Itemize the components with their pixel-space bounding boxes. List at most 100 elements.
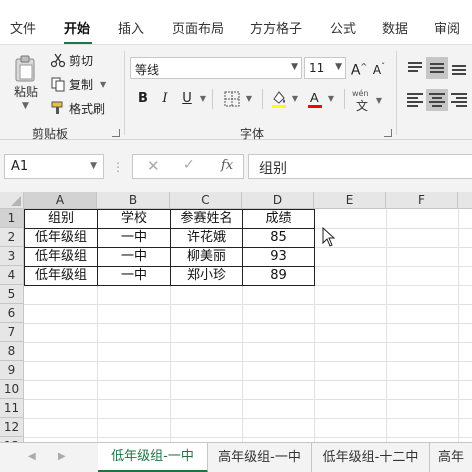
paste-dropdown-icon[interactable]: ▼ xyxy=(22,101,29,111)
tab-file[interactable]: 文件 xyxy=(10,18,36,37)
cell-b4[interactable]: 一中 xyxy=(98,266,170,285)
underline-dropdown-icon[interactable]: ▼ xyxy=(194,89,212,109)
scroll-tabs-right-icon[interactable]: ▶ xyxy=(58,451,66,462)
cell-c2[interactable]: 许花娥 xyxy=(171,228,242,247)
cell-c1[interactable]: 参赛姓名 xyxy=(171,209,242,228)
column-header-e[interactable]: E xyxy=(314,192,386,209)
align-bottom-button[interactable] xyxy=(448,57,470,79)
borders-icon[interactable] xyxy=(224,91,240,107)
gridline xyxy=(458,209,459,442)
font-size-select[interactable]: 11 ▼ xyxy=(304,57,346,79)
font-launcher-icon[interactable] xyxy=(384,129,392,137)
drag-handle-icon[interactable]: ⋮ xyxy=(112,160,124,174)
increase-font-size-button[interactable]: A^ xyxy=(350,57,368,79)
tab-home[interactable]: 开始 xyxy=(64,18,90,37)
row-header-3[interactable]: 3 xyxy=(0,247,24,266)
align-top-button[interactable] xyxy=(404,57,426,79)
row-header-12[interactable]: 12 xyxy=(0,418,24,437)
italic-button[interactable]: I xyxy=(156,89,174,109)
cell-d4[interactable]: 89 xyxy=(243,266,314,285)
divider xyxy=(262,89,263,109)
align-right-button[interactable] xyxy=(448,89,470,111)
scroll-tabs-left-icon[interactable]: ◀ xyxy=(28,451,36,462)
name-box[interactable]: A1 ▼ xyxy=(4,154,104,179)
cell-a2[interactable]: 低年级组 xyxy=(25,228,97,247)
chevron-down-icon: ▼ xyxy=(291,62,298,72)
cancel-icon[interactable]: ✕ xyxy=(147,157,160,175)
cell-d3[interactable]: 93 xyxy=(243,247,314,266)
cell-a4[interactable]: 低年级组 xyxy=(25,266,97,285)
cell-a1[interactable]: 组别 xyxy=(25,209,97,228)
cell-b1[interactable]: 学校 xyxy=(98,209,170,228)
column-header-f[interactable]: F xyxy=(386,192,458,209)
clipboard-launcher-icon[interactable] xyxy=(112,129,120,137)
divider xyxy=(344,89,345,109)
sheet-tab-high-grade-yizhong[interactable]: 高年级组-一中 xyxy=(208,443,312,472)
phonetic-dropdown-icon[interactable]: ▼ xyxy=(370,91,388,111)
borders-dropdown-icon[interactable]: ▼ xyxy=(240,89,258,109)
select-all-corner[interactable] xyxy=(0,192,24,209)
column-header-g[interactable] xyxy=(458,192,472,209)
tab-review[interactable]: 审阅 xyxy=(434,18,460,37)
fill-color-swatch xyxy=(272,105,286,108)
font-name-select[interactable]: 等线 ▼ xyxy=(130,57,302,79)
copy-label: 复制 xyxy=(69,77,94,92)
align-middle-button[interactable] xyxy=(426,57,448,79)
tab-fangfang-gezi[interactable]: 方方格子 xyxy=(250,18,302,37)
tab-insert[interactable]: 插入 xyxy=(118,18,144,37)
worksheet-grid[interactable]: A B C D E F 1 2 3 4 5 6 7 8 9 10 11 12 1… xyxy=(0,192,472,442)
group-divider xyxy=(124,51,125,135)
cell-d1[interactable]: 成绩 xyxy=(243,209,314,228)
cell-b2[interactable]: 一中 xyxy=(98,228,170,247)
row-header-2[interactable]: 2 xyxy=(0,228,24,247)
column-header-c[interactable]: C xyxy=(170,192,242,209)
sheet-tab-low-grade-shierzhong[interactable]: 低年级组-十二中 xyxy=(312,443,430,472)
copy-button[interactable]: 复制 ▼ xyxy=(50,75,106,93)
fill-color-dropdown-icon[interactable]: ▼ xyxy=(286,89,304,109)
font-color-swatch xyxy=(308,105,322,108)
cell-c3[interactable]: 柳美丽 xyxy=(171,247,242,266)
paste-button[interactable]: 粘贴 xyxy=(14,83,38,100)
column-header-d[interactable]: D xyxy=(242,192,314,209)
formula-value: 组别 xyxy=(259,161,287,177)
phonetic-guide-icon[interactable]: 文 xyxy=(356,97,368,114)
tab-data[interactable]: 数据 xyxy=(382,18,408,37)
row-header-5[interactable]: 5 xyxy=(0,285,24,304)
ribbon-tabs: 文件 开始 插入 页面布局 方方格子 公式 数据 审阅 xyxy=(0,12,472,44)
tab-page-layout[interactable]: 页面布局 xyxy=(172,18,224,37)
paste-icon[interactable] xyxy=(14,55,36,83)
gridline xyxy=(24,418,472,419)
enter-icon[interactable]: ✓ xyxy=(183,157,195,173)
font-size-value: 11 xyxy=(309,61,325,75)
format-painter-icon xyxy=(51,101,63,114)
format-painter-button[interactable]: 格式刷 xyxy=(50,99,105,117)
row-header-11[interactable]: 11 xyxy=(0,399,24,418)
insert-function-icon[interactable]: fx xyxy=(221,158,233,173)
align-center-button[interactable] xyxy=(426,89,448,111)
column-header-a[interactable]: A xyxy=(24,192,97,209)
row-header-6[interactable]: 6 xyxy=(0,304,24,323)
cell-a3[interactable]: 低年级组 xyxy=(25,247,97,266)
row-header-4[interactable]: 4 xyxy=(0,266,24,285)
column-header-b[interactable]: B xyxy=(97,192,170,209)
tab-formulas[interactable]: 公式 xyxy=(330,18,356,37)
cell-b3[interactable]: 一中 xyxy=(98,247,170,266)
copy-dropdown-icon[interactable]: ▼ xyxy=(100,80,106,89)
row-header-1[interactable]: 1 xyxy=(0,209,24,228)
row-header-7[interactable]: 7 xyxy=(0,323,24,342)
row-header-10[interactable]: 10 xyxy=(0,380,24,399)
bold-button[interactable]: B xyxy=(134,89,152,109)
gridline xyxy=(24,361,472,362)
align-left-button[interactable] xyxy=(404,89,426,111)
cut-button[interactable]: 剪切 xyxy=(50,51,93,69)
font-color-dropdown-icon[interactable]: ▼ xyxy=(322,89,340,109)
sheet-tab-high-grade-partial[interactable]: 高年 xyxy=(430,443,472,472)
formula-input[interactable]: 组别 xyxy=(248,154,472,179)
decrease-font-size-button[interactable]: Aˇ xyxy=(370,57,388,77)
row-header-8[interactable]: 8 xyxy=(0,342,24,361)
cell-d2[interactable]: 85 xyxy=(243,228,314,247)
chevron-down-icon: ▼ xyxy=(90,161,97,171)
row-header-9[interactable]: 9 xyxy=(0,361,24,380)
sheet-tab-low-grade-yizhong[interactable]: 低年级组-一中 xyxy=(98,443,208,472)
cell-c4[interactable]: 郑小珍 xyxy=(171,266,242,285)
